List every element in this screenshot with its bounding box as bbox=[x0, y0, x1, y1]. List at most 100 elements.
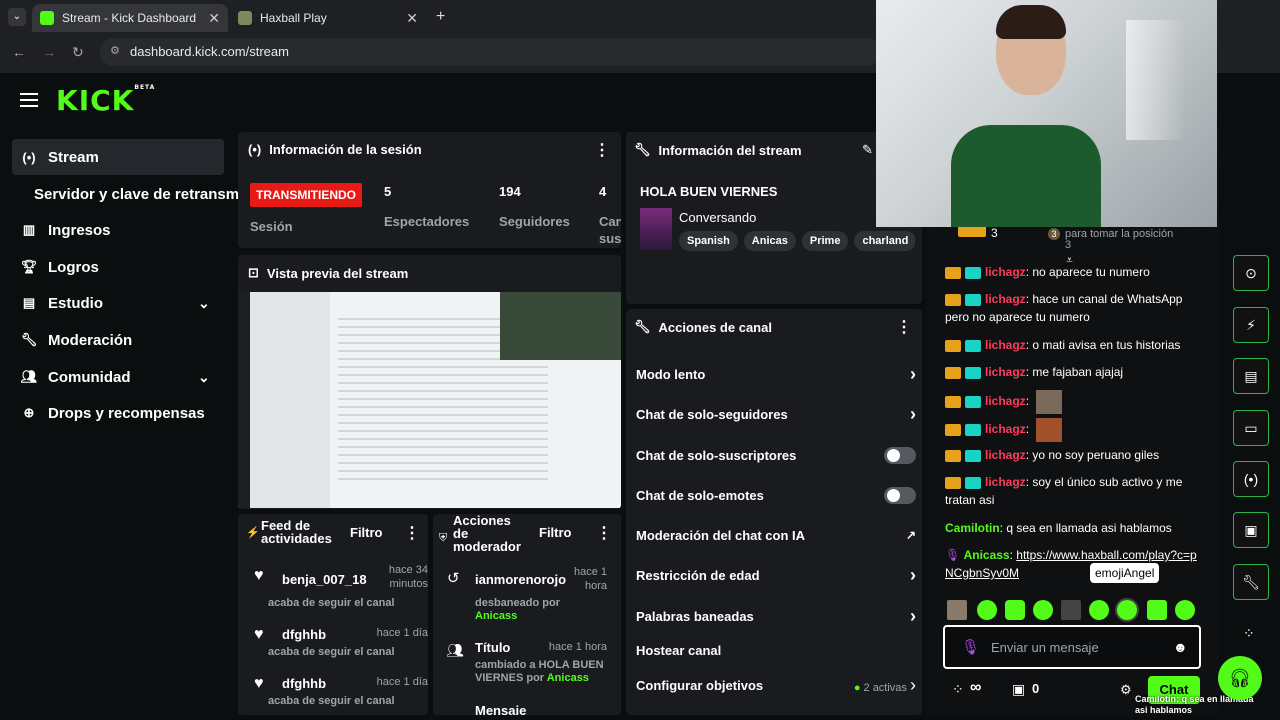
chat-username[interactable]: lichagz bbox=[985, 338, 1026, 352]
followers-count: 194 bbox=[499, 184, 521, 199]
chat-message: lichagz: me fajaban ajajaj bbox=[945, 363, 1203, 381]
emotes-only-toggle[interactable] bbox=[884, 486, 916, 504]
broadcast-icon: (•) bbox=[22, 149, 36, 165]
chat-username[interactable]: lichagz bbox=[985, 265, 1026, 279]
row-label: Hostear canal bbox=[636, 642, 722, 658]
preview-icon: ⊡ bbox=[248, 265, 259, 280]
broadcast-button[interactable]: (•) bbox=[1233, 461, 1269, 497]
crown-badge-icon bbox=[945, 339, 961, 352]
emoji-picker-icon[interactable]: ☻ bbox=[1173, 639, 1188, 655]
slow-mode-row[interactable]: Modo lento › bbox=[636, 359, 916, 389]
heart-icon: ♥ bbox=[254, 675, 264, 692]
gift-icon[interactable]: ▣ bbox=[1012, 681, 1025, 698]
sidebar-item-estudio[interactable]: ▤ Estudio ⌄ bbox=[12, 285, 224, 321]
points-icon[interactable]: ⁘ bbox=[952, 681, 964, 698]
close-tab-icon[interactable]: ✕ bbox=[406, 10, 418, 27]
emote-icon[interactable] bbox=[1005, 600, 1025, 620]
chat-username[interactable]: lichagz bbox=[985, 422, 1026, 436]
ai-moderation-row[interactable]: Moderación del chat con IA ↗ bbox=[636, 520, 916, 550]
tools-button[interactable]: 🔧︎ bbox=[1233, 564, 1269, 600]
banned-words-row[interactable]: Palabras baneadas › bbox=[636, 601, 916, 631]
chat-text: me fajaban ajajaj bbox=[1032, 365, 1124, 379]
chat-username[interactable]: lichagz bbox=[985, 448, 1026, 462]
goals-row[interactable]: Configurar objetivos ● 2 activas › bbox=[636, 670, 916, 700]
more-options-icon[interactable]: ⋮ bbox=[596, 523, 612, 543]
sidebar-item-stream[interactable]: (•) Stream bbox=[12, 139, 224, 175]
tab-haxball[interactable]: Haxball Play ✕ bbox=[230, 4, 426, 32]
chat-username[interactable]: lichagz bbox=[985, 365, 1026, 379]
quick-actions-button[interactable]: ⚡︎ bbox=[1233, 307, 1269, 343]
emoji-angel-icon[interactable] bbox=[1117, 600, 1137, 620]
subscribers-only-toggle[interactable] bbox=[884, 446, 916, 464]
emote-icon[interactable] bbox=[1061, 600, 1081, 620]
sidebar-item-label: Servidor y clave de retransm bbox=[34, 185, 238, 203]
subscribers-only-row[interactable]: Chat de solo-suscriptores bbox=[636, 440, 916, 470]
crown-badge-icon bbox=[945, 366, 961, 379]
followers-only-row[interactable]: Chat de solo-seguidores › bbox=[636, 399, 916, 429]
activity-icon: ⚡ bbox=[246, 527, 260, 539]
wrench-icon: 🔧︎ bbox=[634, 319, 651, 334]
emote-icon[interactable] bbox=[947, 600, 967, 620]
mod-filter-button[interactable]: Filtro bbox=[539, 525, 572, 540]
new-tab-icon[interactable]: + bbox=[436, 8, 445, 26]
notes-button[interactable]: ▤ bbox=[1233, 358, 1269, 394]
support-button[interactable]: 🎧︎ bbox=[1218, 656, 1262, 700]
emote-icon[interactable] bbox=[977, 600, 997, 620]
sub-badge-icon bbox=[965, 476, 981, 489]
emote-icon[interactable] bbox=[1089, 600, 1109, 620]
chat-button[interactable]: ▭ bbox=[1233, 410, 1269, 446]
mod-user[interactable]: ianmorenorojo bbox=[475, 572, 566, 587]
more-options-icon[interactable]: ⋮ bbox=[594, 140, 610, 160]
chat-username[interactable]: lichagz bbox=[985, 292, 1026, 306]
host-channel-row[interactable]: Hostear canal bbox=[636, 635, 916, 665]
tab-list-button[interactable]: ⌄ bbox=[8, 8, 26, 26]
sidebar-item-drops[interactable]: ⊕ Drops y recompensas bbox=[12, 395, 224, 431]
camera-button[interactable]: ⊙ bbox=[1233, 255, 1269, 291]
kick-logo[interactable]: KICKBETA bbox=[56, 84, 155, 117]
sidebar-item-server-key[interactable]: Servidor y clave de retransm bbox=[28, 176, 238, 212]
stream-preview-video[interactable] bbox=[238, 292, 621, 508]
site-info-icon[interactable]: ⚙ bbox=[110, 44, 120, 57]
feed-user[interactable]: benja_007_18 bbox=[282, 572, 367, 587]
emotes-only-row[interactable]: Chat de solo-emotes bbox=[636, 480, 916, 510]
sidebar-item-ingresos[interactable]: ▥ Ingresos bbox=[12, 212, 224, 248]
more-options-icon[interactable]: ⋮ bbox=[896, 317, 912, 337]
sidebar-item-logros[interactable]: 🏆︎ Logros bbox=[12, 249, 224, 285]
chat-input[interactable]: 🎙︎ Enviar un mensaje ☻ bbox=[943, 625, 1201, 669]
chat-username[interactable]: Camilotin bbox=[945, 521, 1000, 535]
back-icon[interactable]: ← bbox=[12, 44, 26, 60]
emote-icon[interactable] bbox=[1175, 600, 1195, 620]
apps-icon[interactable]: ⁘ bbox=[1243, 625, 1255, 642]
sidebar-item-moderacion[interactable]: 🔧︎ Moderación bbox=[12, 322, 224, 358]
reload-icon[interactable]: ↻ bbox=[72, 44, 84, 61]
address-bar[interactable]: ⚙ dashboard.kick.com/stream bbox=[100, 38, 880, 66]
tab-kick-dashboard[interactable]: Stream - Kick Dashboard ✕ bbox=[32, 4, 228, 32]
mod-action-actor[interactable]: Anicass bbox=[475, 610, 517, 622]
more-options-icon[interactable]: ⋮ bbox=[404, 523, 420, 543]
chat-username[interactable]: lichagz bbox=[985, 475, 1026, 489]
wrench-icon: 🔧︎ bbox=[1242, 573, 1260, 590]
emote-icon[interactable] bbox=[1147, 600, 1167, 620]
menu-icon[interactable] bbox=[20, 93, 38, 107]
row-label: Moderación del chat con IA bbox=[636, 527, 806, 543]
close-tab-icon[interactable]: ✕ bbox=[208, 10, 220, 27]
feed-user[interactable]: dfghhb bbox=[282, 627, 326, 642]
feed-filter-button[interactable]: Filtro bbox=[350, 525, 383, 540]
sub-badge-icon bbox=[965, 293, 981, 306]
video-button[interactable]: ▣ bbox=[1233, 512, 1269, 548]
edit-icon[interactable]: ✎ bbox=[862, 142, 873, 158]
forward-icon[interactable]: → bbox=[42, 44, 56, 60]
mod-action-actor[interactable]: Anicass bbox=[547, 672, 589, 684]
chat-username[interactable]: Anicass bbox=[964, 548, 1010, 562]
feed-user[interactable]: dfghhb bbox=[282, 676, 326, 691]
sub-badge-icon bbox=[965, 266, 981, 279]
row-label: Chat de solo-suscriptores bbox=[636, 447, 797, 463]
sidebar-item-comunidad[interactable]: 👥︎ Comunidad ⌄ bbox=[12, 359, 224, 395]
emote-icon[interactable] bbox=[1033, 600, 1053, 620]
mod-time: hace 1 hora bbox=[548, 641, 607, 653]
preview-channels bbox=[250, 292, 330, 508]
age-restriction-row[interactable]: Restricción de edad › bbox=[636, 560, 916, 590]
mic-icon: 🎙︎ bbox=[961, 639, 981, 656]
chat-username[interactable]: lichagz bbox=[985, 394, 1026, 408]
chat-settings-icon[interactable]: ⚙ bbox=[1120, 682, 1132, 698]
